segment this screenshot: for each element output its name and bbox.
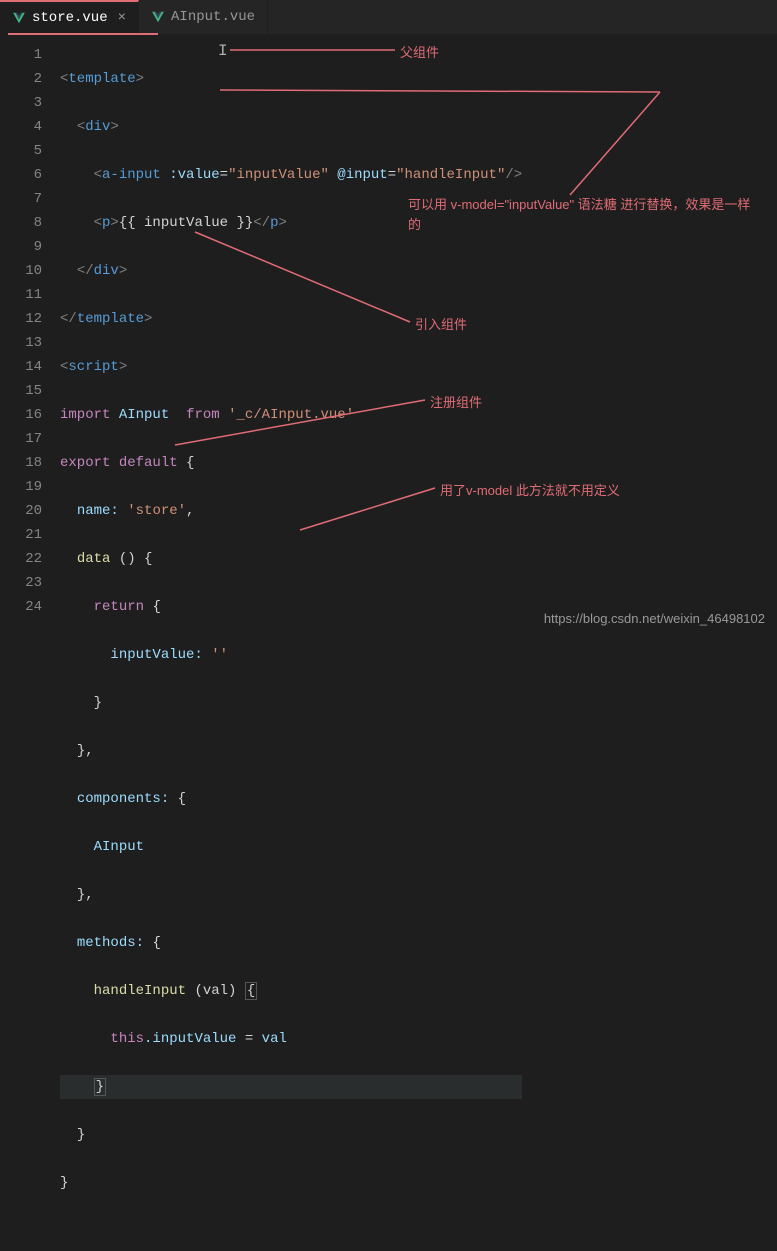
tab-store-vue[interactable]: store.vue × — [0, 0, 139, 34]
code-content[interactable]: <template> <div> <a-input :value="inputV… — [60, 35, 522, 1251]
tab-label: store.vue — [32, 10, 108, 26]
close-icon[interactable]: × — [118, 10, 126, 26]
vue-icon — [151, 10, 165, 24]
text-cursor-icon: I — [218, 42, 228, 60]
vue-icon — [12, 11, 26, 25]
watermark: https://blog.csdn.net/weixin_46498102 — [544, 611, 765, 626]
code-editor[interactable]: 123456789101112131415161718192021222324 … — [0, 35, 777, 1251]
line-gutter: 123456789101112131415161718192021222324 — [0, 35, 60, 1251]
tab-bar: store.vue × AInput.vue — [0, 0, 777, 35]
tab-label: AInput.vue — [171, 9, 255, 25]
tab-ainput-vue[interactable]: AInput.vue — [139, 0, 268, 34]
